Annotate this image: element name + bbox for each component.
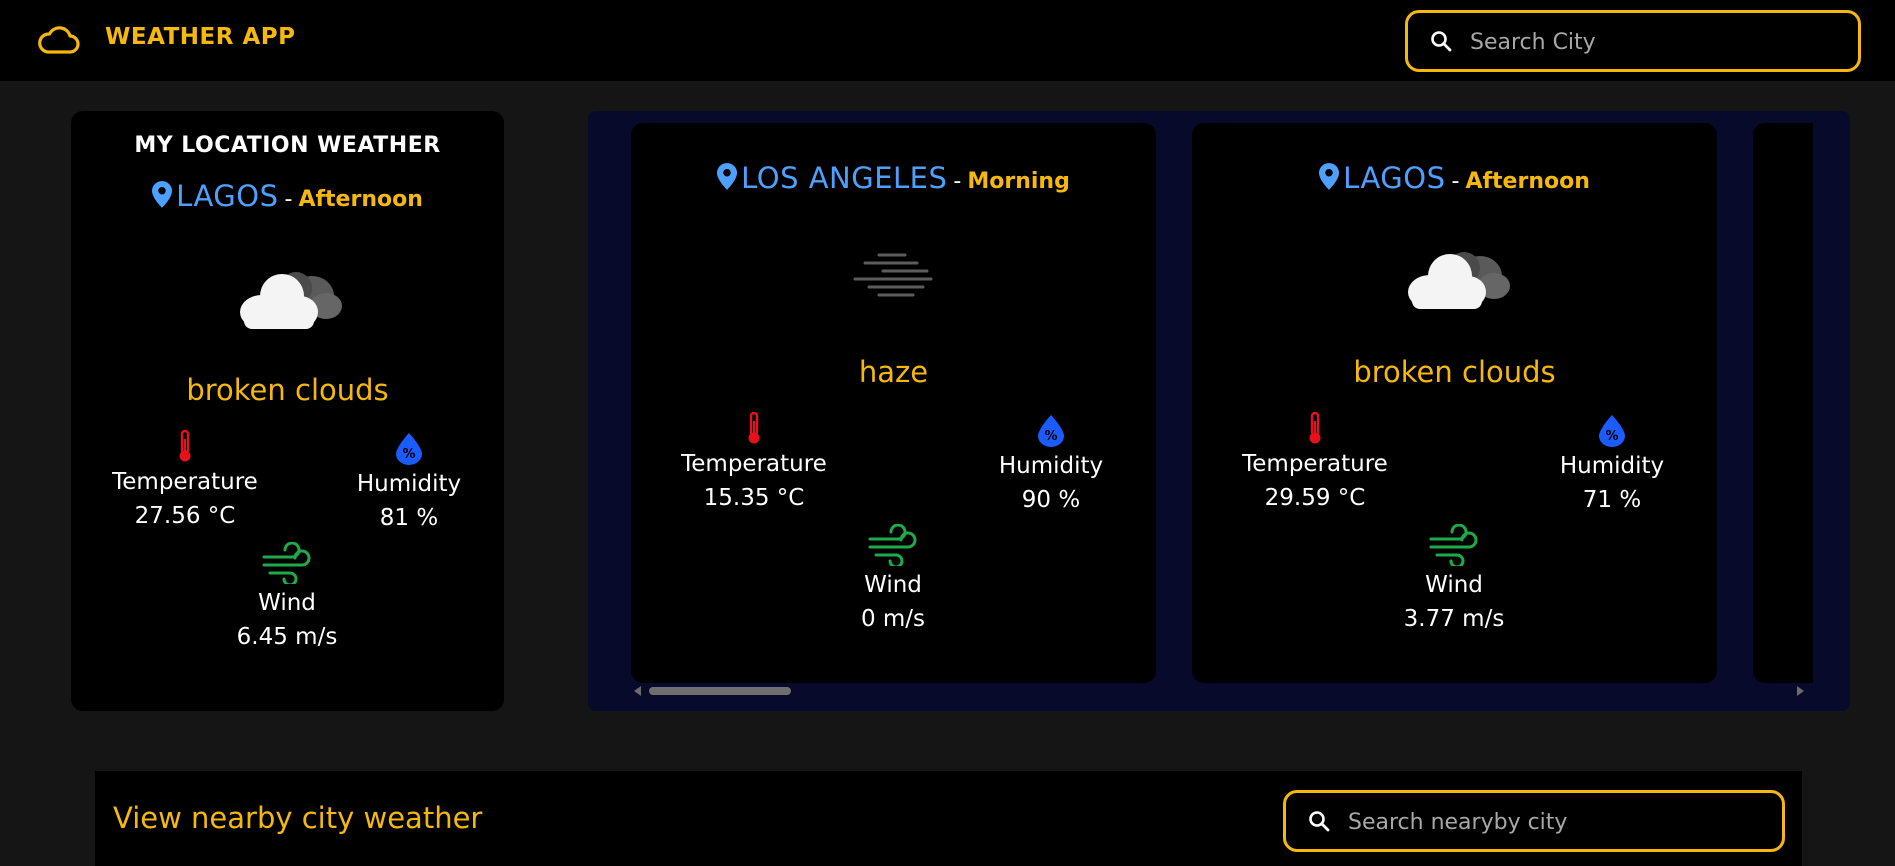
- humidity-stat: Humidity 90 %: [961, 415, 1141, 513]
- wind-label: Wind: [258, 590, 316, 616]
- wind-value: 0 m/s: [860, 606, 926, 632]
- humidity-drop-icon: [1599, 415, 1625, 447]
- thermometer-icon: [1306, 411, 1324, 445]
- my-location-title: MY LOCATION WEATHER: [134, 133, 441, 158]
- my-location-weather-card: MY LOCATION WEATHER LAGOS - Afternoon brok…: [71, 111, 504, 711]
- humidity-stat: Humidity 71 %: [1522, 415, 1702, 513]
- location-pin-icon: [1319, 163, 1339, 190]
- temperature-label: Temperature: [681, 451, 827, 477]
- humidity-label: Humidity: [356, 471, 462, 497]
- nearby-search-input[interactable]: [1346, 803, 1770, 841]
- broken-clouds-icon: [1402, 241, 1512, 313]
- location-pin-icon: [152, 181, 172, 208]
- city-name: LAGOS: [1343, 161, 1446, 195]
- humidity-value: 90 %: [1021, 487, 1081, 513]
- scroll-right-arrow[interactable]: [1797, 686, 1804, 696]
- humidity-stat: Humidity 81 %: [319, 433, 499, 531]
- wind-value: 6.45 m/s: [236, 624, 338, 650]
- wind-icon: [1429, 524, 1479, 566]
- wind-label: Wind: [1425, 572, 1483, 598]
- wind-label: Wind: [864, 572, 922, 598]
- city-weather-carousel[interactable]: LOS ANGELES - Morning haze Temperature 15.…: [588, 111, 1850, 711]
- carousel-scrollbar[interactable]: [634, 685, 1804, 697]
- weather-description: haze: [858, 355, 929, 389]
- wind-stat: Wind 3.77 m/s: [1364, 524, 1544, 632]
- thermometer-icon: [745, 411, 763, 445]
- temperature-label: Temperature: [112, 469, 258, 495]
- humidity-label: Humidity: [1559, 453, 1665, 479]
- temperature-stat: Temperature 27.56 °C: [95, 429, 275, 529]
- thermometer-icon: [176, 429, 194, 463]
- time-of-day: Afternoon: [298, 187, 423, 212]
- search-icon: [1308, 810, 1330, 832]
- wind-icon: [868, 524, 918, 566]
- location-pin-icon: [717, 163, 737, 190]
- nearby-section-title: View nearby city weather: [113, 801, 483, 835]
- time-of-day: Morning: [967, 169, 1070, 194]
- city-weather-card: LOS ANGELES - Morning haze Temperature 15.…: [631, 123, 1156, 683]
- humidity-drop-icon: [396, 433, 422, 465]
- location-heading: LOS ANGELES - Morning: [631, 161, 1156, 195]
- wind-value: 3.77 m/s: [1403, 606, 1505, 632]
- separator: -: [284, 187, 293, 212]
- city-weather-card: LAGOS - Afternoon broken clouds Temperatur…: [1192, 123, 1717, 683]
- temperature-value: 15.35 °C: [703, 485, 805, 511]
- city-name: LAGOS: [176, 179, 279, 213]
- scroll-left-arrow[interactable]: [634, 686, 641, 696]
- humidity-drop-icon: [1038, 415, 1064, 447]
- weather-description: broken clouds: [1353, 355, 1556, 389]
- time-of-day: Afternoon: [1465, 169, 1590, 194]
- scrollbar-thumb[interactable]: [649, 687, 791, 695]
- temperature-value: 27.56 °C: [134, 503, 236, 529]
- temperature-value: 29.59 °C: [1264, 485, 1366, 511]
- city-name: LOS ANGELES: [741, 161, 948, 195]
- broken-clouds-icon: [234, 261, 344, 333]
- humidity-value: 81 %: [379, 505, 439, 531]
- separator: -: [1451, 169, 1460, 194]
- location-heading: LAGOS - Afternoon: [1192, 161, 1717, 195]
- wind-stat: Wind 6.45 m/s: [197, 542, 377, 650]
- humidity-label: Humidity: [998, 453, 1104, 479]
- temperature-label: Temperature: [1242, 451, 1388, 477]
- search-icon: [1430, 30, 1452, 52]
- nearby-search-box[interactable]: [1283, 790, 1785, 852]
- wind-icon: [262, 542, 312, 584]
- temperature-stat: Temperature 29.59 °C: [1225, 411, 1405, 511]
- city-weather-card-partial: [1753, 123, 1813, 683]
- nearby-city-section: View nearby city weather: [95, 771, 1802, 866]
- city-search-input[interactable]: [1468, 23, 1842, 61]
- separator: -: [953, 169, 962, 194]
- haze-icon: [853, 253, 933, 297]
- wind-stat: Wind 0 m/s: [803, 524, 983, 632]
- temperature-stat: Temperature 15.35 °C: [664, 411, 844, 511]
- cloud-icon: [38, 26, 80, 54]
- top-navbar: WEATHER APP: [0, 0, 1895, 81]
- app-title: WEATHER APP: [105, 24, 296, 50]
- location-heading: LAGOS - Afternoon: [71, 179, 504, 213]
- city-search-box[interactable]: [1405, 10, 1861, 72]
- weather-description: broken clouds: [186, 373, 389, 407]
- humidity-value: 71 %: [1582, 487, 1642, 513]
